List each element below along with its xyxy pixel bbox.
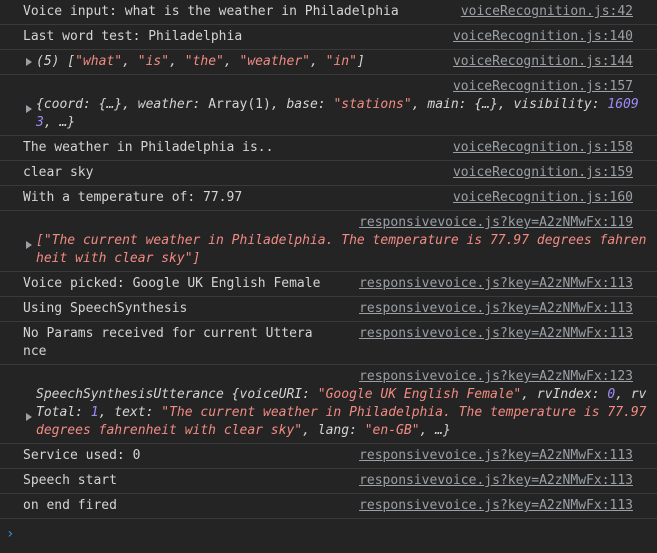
array-item: "is" xyxy=(137,54,170,69)
expand-triangle-icon[interactable] xyxy=(26,105,32,113)
log-row-array[interactable]: responsivevoice.js?key=A2zNMwFx:119 ["Th… xyxy=(0,211,657,272)
array-prefix: (5) [ xyxy=(36,54,76,69)
log-row: Using SpeechSynthesis responsivevoice.js… xyxy=(0,297,657,322)
array-item: "what" xyxy=(75,54,123,69)
source-link[interactable]: responsivevoice.js?key=A2zNMwFx:113 xyxy=(359,275,633,293)
array-preview: ["The current weather in Philadelphia. T… xyxy=(36,233,647,266)
source-link[interactable]: voiceRecognition.js:160 xyxy=(453,189,633,207)
array-suffix: ] xyxy=(356,54,365,69)
object-preview: SpeechSynthesisUtterance {voiceURI: "Goo… xyxy=(36,387,655,438)
log-row: With a temperature of: 77.97 voiceRecogn… xyxy=(0,186,657,211)
source-link[interactable]: voiceRecognition.js:157 xyxy=(23,78,649,96)
expand-triangle-icon[interactable] xyxy=(26,413,32,421)
log-row: The weather in Philadelphia is.. voiceRe… xyxy=(0,136,657,161)
expand-triangle-icon[interactable] xyxy=(26,241,32,249)
console-panel: Voice input: what is the weather in Phil… xyxy=(0,0,657,553)
object-preview: {coord: {…}, weather: Array(1), base: "s… xyxy=(36,97,639,130)
log-row: No Params received for current Utterance… xyxy=(0,322,657,365)
source-link[interactable]: responsivevoice.js?key=A2zNMwFx:113 xyxy=(359,447,633,465)
log-row: Service used: 0 responsivevoice.js?key=A… xyxy=(0,444,657,469)
log-row: Voice input: what is the weather in Phil… xyxy=(0,0,657,25)
log-row-object[interactable]: responsivevoice.js?key=A2zNMwFx:123 Spee… xyxy=(0,365,657,444)
log-row-object[interactable]: voiceRecognition.js:157 {coord: {…}, wea… xyxy=(0,75,657,136)
log-row: clear sky voiceRecognition.js:159 xyxy=(0,161,657,186)
source-link[interactable]: responsivevoice.js?key=A2zNMwFx:123 xyxy=(23,368,649,386)
source-link[interactable]: voiceRecognition.js:140 xyxy=(453,28,633,46)
source-link[interactable]: responsivevoice.js?key=A2zNMwFx:113 xyxy=(359,325,633,343)
source-link[interactable]: voiceRecognition.js:144 xyxy=(453,53,633,71)
log-row: Voice picked: Google UK English Female r… xyxy=(0,272,657,297)
log-row: Last word test: Philadelphia voiceRecogn… xyxy=(0,25,657,50)
log-row: on end fired responsivevoice.js?key=A2zN… xyxy=(0,494,657,519)
expand-triangle-icon[interactable] xyxy=(26,58,32,66)
log-row: Speech start responsivevoice.js?key=A2zN… xyxy=(0,469,657,494)
source-link[interactable]: voiceRecognition.js:159 xyxy=(453,164,633,182)
source-link[interactable]: responsivevoice.js?key=A2zNMwFx:119 xyxy=(23,214,649,232)
array-item: "weather" xyxy=(239,54,310,69)
source-link[interactable]: voiceRecognition.js:42 xyxy=(461,3,633,21)
source-link[interactable]: responsivevoice.js?key=A2zNMwFx:113 xyxy=(359,497,633,515)
source-link[interactable]: responsivevoice.js?key=A2zNMwFx:113 xyxy=(359,300,633,318)
console-prompt-icon[interactable]: › xyxy=(6,525,14,543)
source-link[interactable]: responsivevoice.js?key=A2zNMwFx:113 xyxy=(359,472,633,490)
source-link[interactable]: voiceRecognition.js:158 xyxy=(453,139,633,157)
array-item: "the" xyxy=(184,54,224,69)
log-row-array[interactable]: (5) ["what", "is", "the", "weather", "in… xyxy=(0,50,657,75)
array-item: "in" xyxy=(325,54,357,69)
